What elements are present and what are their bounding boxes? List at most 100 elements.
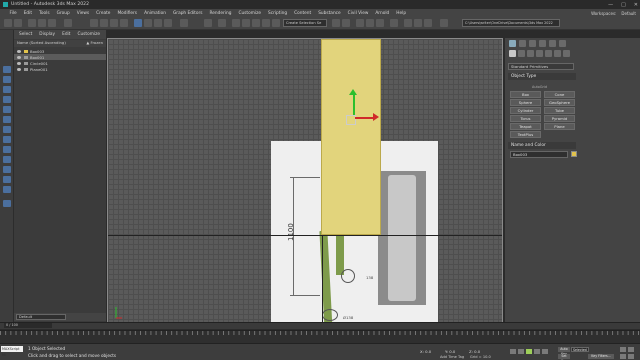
keyboard-shortcut-icon[interactable] <box>218 19 226 27</box>
cone-button[interactable]: Cone <box>544 91 575 98</box>
rollout-object-type[interactable]: Object Type <box>508 73 576 80</box>
link-icon[interactable] <box>28 19 36 27</box>
menu-rendering[interactable]: Rendering <box>206 11 235 16</box>
mirror-icon[interactable] <box>332 19 340 27</box>
redo-icon[interactable] <box>14 19 22 27</box>
menu-animation[interactable]: Animation <box>141 11 170 16</box>
render-setup-icon[interactable] <box>404 19 412 27</box>
systems-icon[interactable] <box>563 50 570 57</box>
pan-icon[interactable] <box>620 354 626 359</box>
tab-select[interactable]: Select <box>19 32 32 37</box>
curve-editor-icon[interactable] <box>366 19 374 27</box>
spinner-snap-icon[interactable] <box>262 19 270 27</box>
snaps-toggle-icon[interactable] <box>232 19 240 27</box>
object-name-field[interactable]: Box003 <box>510 151 568 158</box>
folder-icon[interactable] <box>440 19 448 27</box>
display-helpers-icon[interactable] <box>3 106 11 113</box>
maximize-button[interactable]: □ <box>621 2 626 8</box>
filter-icon[interactable] <box>3 200 11 207</box>
column-frozen[interactable]: ▲ Frozen <box>86 40 103 47</box>
teapot-button[interactable]: Teapot <box>510 123 541 130</box>
display-tab-icon[interactable] <box>549 40 556 47</box>
time-slider[interactable] <box>0 322 640 329</box>
front-viewport[interactable]: 1100 138 Ø138 <box>107 38 503 328</box>
close-button[interactable]: ✕ <box>634 2 638 8</box>
utilities-tab-icon[interactable] <box>559 40 566 47</box>
rollout-name-and-color[interactable]: Name and Color <box>508 142 576 149</box>
display-lights-icon[interactable] <box>3 86 11 93</box>
material-editor-icon[interactable] <box>390 19 398 27</box>
eye-icon[interactable] <box>17 49 21 53</box>
geometry-icon[interactable] <box>509 50 516 57</box>
scale-icon[interactable] <box>154 19 162 27</box>
select-by-name-icon[interactable] <box>100 19 108 27</box>
auto-key-button[interactable]: Auto Key <box>558 347 570 356</box>
set-key-button[interactable]: Set Key <box>558 354 570 360</box>
create-tab-icon[interactable] <box>509 40 516 47</box>
hierarchy-tab-icon[interactable] <box>529 40 536 47</box>
menu-views[interactable]: Views <box>73 11 92 16</box>
cylinder-button[interactable]: Cylinder <box>510 107 541 114</box>
rect-selection-icon[interactable] <box>110 19 118 27</box>
gizmo-y-axis[interactable] <box>353 95 355 115</box>
frame-counter[interactable]: 0 / 100 <box>4 323 52 328</box>
object-color-swatch[interactable] <box>571 151 577 157</box>
menu-modifiers[interactable]: Modifiers <box>114 11 141 16</box>
unlink-icon[interactable] <box>38 19 46 27</box>
orbit-icon[interactable] <box>628 354 634 359</box>
menu-civil-view[interactable]: Civil View <box>344 11 372 16</box>
workspace-value[interactable]: Default <box>621 11 636 16</box>
move-icon[interactable] <box>134 19 142 27</box>
modify-tab-icon[interactable] <box>519 40 526 47</box>
render-icon[interactable] <box>424 19 432 27</box>
next-frame-icon[interactable] <box>534 349 540 354</box>
shapes-icon[interactable] <box>518 50 525 57</box>
zoom-all-icon[interactable] <box>628 347 634 352</box>
menu-content[interactable]: Content <box>291 11 315 16</box>
box-button[interactable]: Box <box>510 91 541 98</box>
plane-button[interactable]: Plane <box>544 123 575 130</box>
primitive-category-dropdown[interactable]: Standard Primitives <box>508 63 574 70</box>
explorer-header[interactable]: Name (Sorted Ascending) ▲ Frozen <box>14 40 106 47</box>
helpers-icon[interactable] <box>545 50 552 57</box>
motion-tab-icon[interactable] <box>539 40 546 47</box>
display-bones-icon[interactable] <box>3 146 11 153</box>
coord-y-field[interactable]: Y: 0.0 <box>445 349 455 354</box>
tube-button[interactable]: Tube <box>544 107 575 114</box>
key-mode-dropdown[interactable]: Selected <box>571 347 589 352</box>
display-groups-icon[interactable] <box>3 126 11 133</box>
go-to-end-icon[interactable] <box>542 349 548 354</box>
textplus-button[interactable]: TextPlus <box>510 131 541 138</box>
ref-coord-icon[interactable] <box>180 19 188 27</box>
pyramid-button[interactable]: Pyramid <box>544 115 575 122</box>
zoom-icon[interactable] <box>620 347 626 352</box>
menu-edit[interactable]: Edit <box>20 11 35 16</box>
menu-arnold[interactable]: Arnold <box>372 11 393 16</box>
tab-edit[interactable]: Edit <box>62 32 70 37</box>
gizmo-x-axis[interactable] <box>355 117 373 119</box>
go-to-start-icon[interactable] <box>510 349 516 354</box>
space-warps-icon[interactable] <box>554 50 561 57</box>
tab-display[interactable]: Display <box>39 32 55 37</box>
workspace-selector[interactable]: Workspaces: Default <box>591 9 636 17</box>
align-icon[interactable] <box>342 19 350 27</box>
menu-customize[interactable]: Customize <box>235 11 265 16</box>
layer-dropdown[interactable]: Default <box>16 314 66 320</box>
track-bar-ruler[interactable] <box>0 330 640 343</box>
selection-filter-icon[interactable] <box>64 19 72 27</box>
undo-icon[interactable] <box>4 19 12 27</box>
autogrid-checkbox[interactable]: AutoGrid <box>532 85 547 89</box>
selection-set-dropdown[interactable]: Create Selection Se <box>283 19 327 27</box>
display-spacewarps-icon[interactable] <box>3 116 11 123</box>
geosphere-button[interactable]: GeoSphere <box>544 99 575 106</box>
previous-frame-icon[interactable] <box>518 349 524 354</box>
layer-explorer-icon[interactable] <box>356 19 364 27</box>
place-icon[interactable] <box>164 19 172 27</box>
display-all-icon[interactable] <box>3 186 11 193</box>
menu-file[interactable]: File <box>6 11 20 16</box>
gizmo-x-arrow-icon[interactable] <box>373 113 379 121</box>
play-icon[interactable] <box>526 349 532 354</box>
display-containers-icon[interactable] <box>3 156 11 163</box>
project-path-field[interactable]: C:\Users\writer\OneDrive\Documents\3ds M… <box>462 19 560 27</box>
coord-z-field[interactable]: Z: 0.0 <box>469 349 480 354</box>
